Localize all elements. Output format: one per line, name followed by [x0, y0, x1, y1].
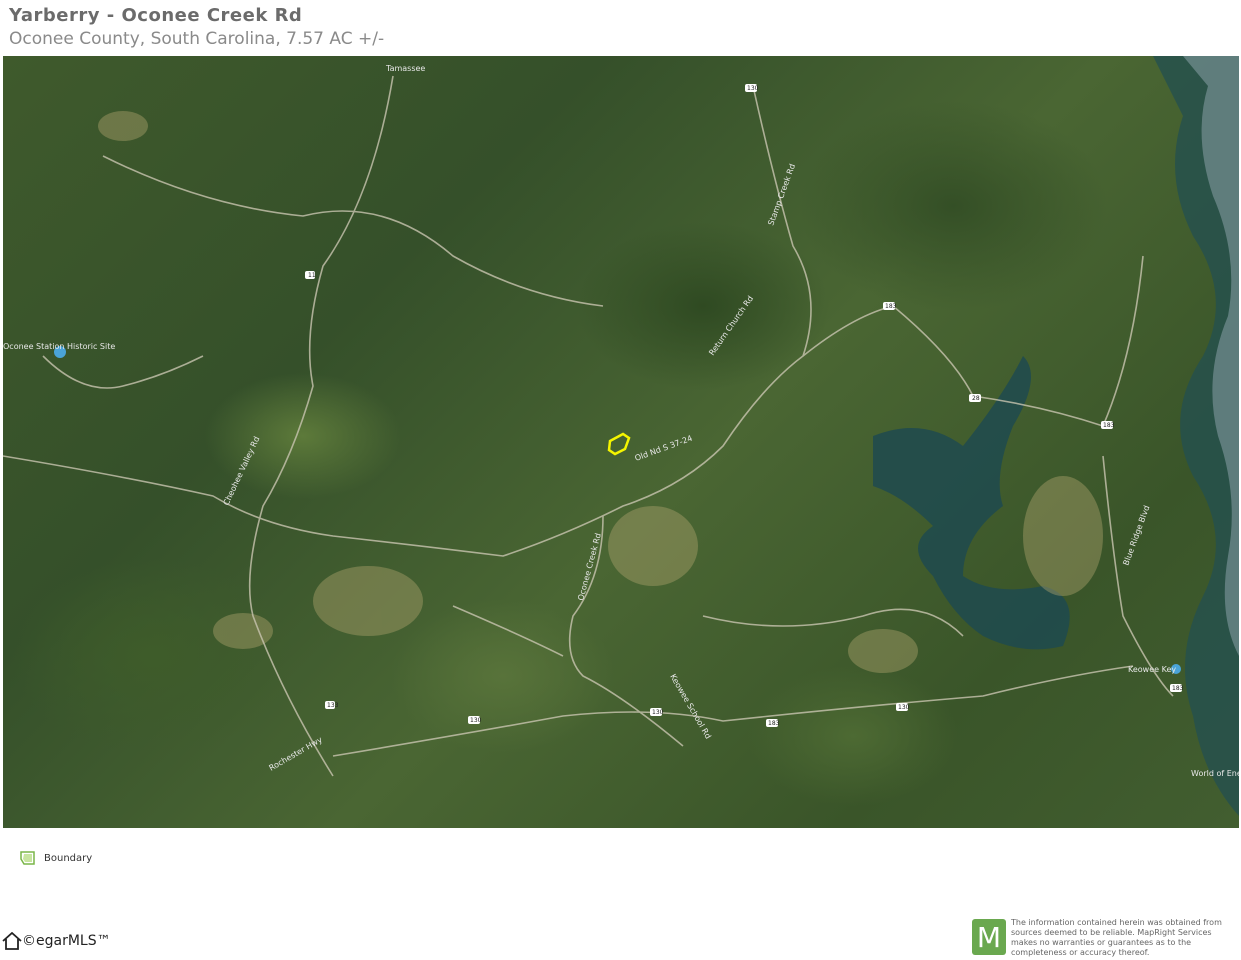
map-legend: Boundary: [20, 851, 92, 865]
mls-logo: ©egarMLS™: [2, 932, 111, 950]
place-label: World of Ene: [1191, 769, 1239, 778]
disclaimer-text: The information contained herein was obt…: [1011, 918, 1222, 957]
mapright-logo: M: [972, 919, 1006, 955]
svg-text:183: 183: [768, 720, 780, 727]
svg-text:130: 130: [898, 704, 910, 711]
svg-text:11: 11: [308, 272, 316, 279]
route-shield-icon: 130: [650, 708, 664, 716]
route-shield-icon: 183: [766, 719, 780, 727]
road-label: Old Nd S 37-24: [634, 434, 694, 463]
svg-text:183: 183: [1103, 422, 1115, 429]
svg-text:130: 130: [470, 717, 482, 724]
road-label: Oconee Creek Rd: [576, 532, 603, 601]
route-shield-icon: 130: [468, 716, 482, 724]
mls-brand-text: ©egarMLS™: [22, 933, 111, 949]
route-shield-icon: 183: [883, 302, 897, 310]
route-shield-icon: 183: [1170, 684, 1184, 692]
road-label: Blue Ridge Blvd: [1121, 504, 1151, 566]
road-label: Stamp Creek Rd: [766, 163, 797, 227]
house-icon: [2, 932, 22, 950]
road-label: Return Church Rd: [707, 294, 755, 357]
legend-boundary-label: Boundary: [44, 852, 93, 864]
route-shield-icon: 28: [969, 394, 981, 402]
svg-text:28: 28: [972, 395, 980, 402]
road-label: Cheohee Valley Rd: [222, 435, 262, 507]
svg-text:133: 133: [327, 702, 339, 709]
road-label: Keowee School Rd: [668, 673, 712, 741]
route-shield-icon: 133: [325, 701, 339, 709]
property-boundary: [607, 432, 631, 456]
satellite-map[interactable]: Tamassee Oconee Station Historic Site Ke…: [3, 56, 1239, 828]
boundary-polygon-icon: [20, 851, 35, 865]
page-title: Yarberry - Oconee Creek Rd: [9, 5, 303, 26]
route-shield-icon: 130: [896, 703, 910, 711]
svg-text:130: 130: [652, 709, 664, 716]
svg-text:183: 183: [1172, 685, 1184, 692]
route-shield-icon: 11: [305, 271, 316, 279]
place-label: Keowee Key: [1128, 665, 1176, 674]
route-shield-icon: 130: [745, 84, 759, 92]
road-label: Rochester Hwy: [268, 735, 325, 773]
svg-text:130: 130: [747, 85, 759, 92]
page-subtitle: Oconee County, South Carolina, 7.57 AC +…: [9, 29, 385, 49]
place-label: Tamassee: [385, 64, 425, 73]
map-overlay: Tamassee Oconee Station Historic Site Ke…: [3, 56, 1239, 816]
svg-text:183: 183: [885, 303, 897, 310]
place-label: Oconee Station Historic Site: [3, 342, 115, 351]
route-shield-icon: 183: [1101, 421, 1115, 429]
